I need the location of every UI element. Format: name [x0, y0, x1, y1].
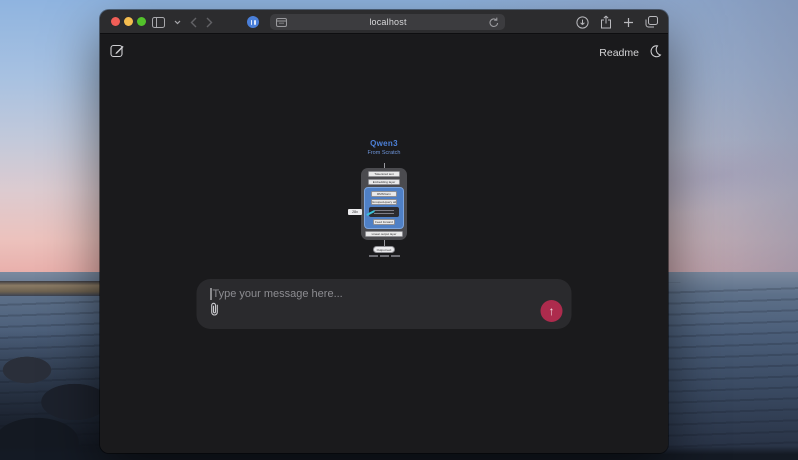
diagram-box: RMSNorm — [371, 191, 397, 197]
share-icon[interactable] — [600, 15, 612, 29]
browser-toolbar: localhost — [100, 10, 668, 34]
browser-window: localhost Readme — [100, 10, 668, 453]
forward-icon[interactable] — [206, 17, 213, 28]
diagram-box: Embedding layer — [368, 179, 400, 185]
address-bar[interactable]: localhost — [270, 14, 505, 30]
send-button[interactable]: ↑ — [541, 300, 563, 322]
moon-icon[interactable] — [648, 44, 662, 63]
text-caret — [211, 288, 212, 300]
diagram-box: Linear output layer — [365, 231, 403, 237]
extension-glyph — [251, 20, 253, 25]
extension-glyph — [254, 20, 256, 25]
paperclip-icon[interactable] — [209, 302, 221, 321]
diagram-box: Grouped-query attention — [371, 199, 397, 205]
architecture-diagram: Tokenized text Embedding layer RMSNorm G… — [314, 163, 454, 257]
minimize-button[interactable] — [124, 17, 133, 26]
model-outer-block: Tokenized text Embedding layer RMSNorm G… — [361, 168, 407, 240]
chat-page: Readme Qwen3 From Scratch Tokenized text… — [100, 35, 668, 453]
output-capsule: Output text — [373, 246, 395, 253]
downloads-icon[interactable] — [576, 16, 589, 29]
tab-overview-icon[interactable] — [645, 16, 658, 28]
toolbar-right-group — [576, 10, 658, 34]
zoom-button[interactable] — [137, 17, 146, 26]
composer-input[interactable]: Type your message here... — [197, 279, 572, 300]
reload-icon[interactable] — [489, 17, 499, 28]
diagram-box: Feed forward — [373, 219, 395, 225]
new-chat-icon[interactable] — [110, 43, 125, 63]
traffic-lights — [111, 17, 146, 26]
hero-title: Qwen3 — [314, 139, 454, 148]
diagram-box: Tokenized text — [368, 171, 400, 177]
close-button[interactable] — [111, 17, 120, 26]
chevron-down-icon[interactable] — [174, 20, 181, 25]
extension-icon[interactable] — [247, 16, 259, 28]
sidebar-icon[interactable] — [152, 17, 165, 28]
new-tab-icon[interactable] — [623, 17, 634, 28]
message-composer[interactable]: Type your message here... ↑ — [197, 279, 572, 329]
back-icon[interactable] — [190, 17, 197, 28]
nav-group — [152, 10, 213, 34]
repeat-count-label: 28x — [348, 209, 362, 215]
composer-placeholder: Type your message here... — [213, 288, 343, 300]
diagram-caption — [369, 255, 400, 257]
transformer-block: RMSNorm Grouped-query attention Feed for… — [364, 187, 404, 229]
hero-image: Qwen3 From Scratch Tokenized text Embedd… — [314, 139, 454, 257]
readme-link[interactable]: Readme — [599, 47, 639, 59]
hero-subtitle: From Scratch — [314, 150, 454, 156]
page-settings-icon[interactable] — [276, 18, 287, 27]
address-text[interactable]: localhost — [287, 17, 489, 27]
